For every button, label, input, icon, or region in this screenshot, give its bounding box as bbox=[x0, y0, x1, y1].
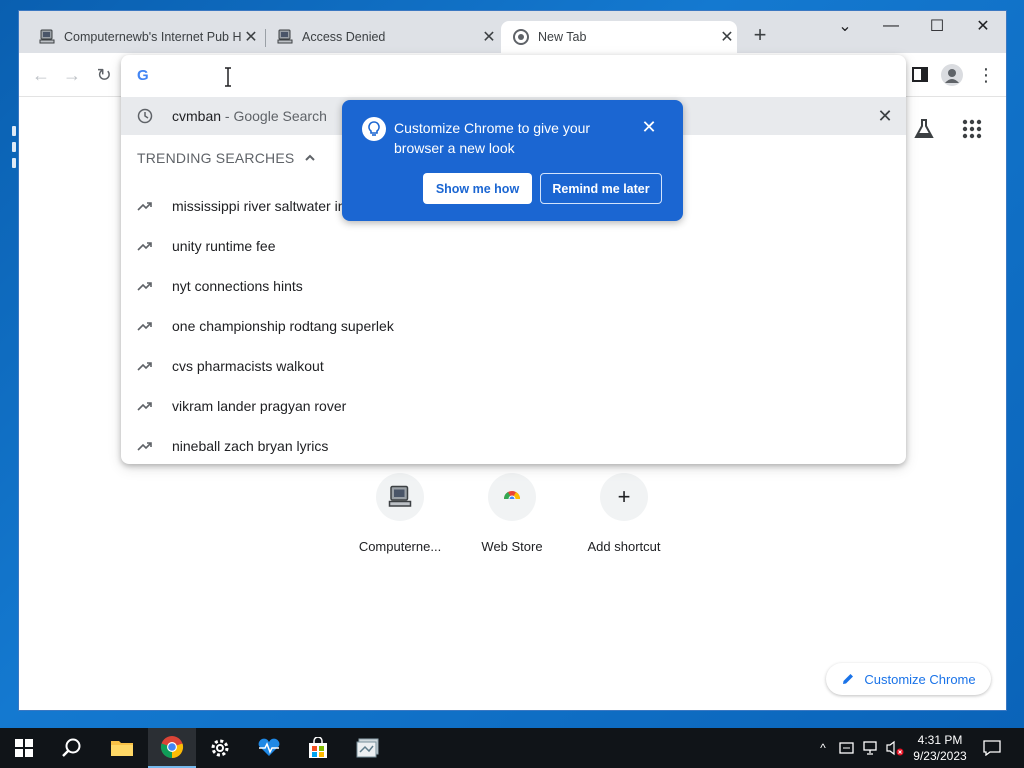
suggestion-text: mississippi river saltwater in bbox=[172, 198, 346, 214]
tray-chevron-icon[interactable]: ^ bbox=[814, 739, 832, 757]
tab-label: New Tab bbox=[538, 30, 587, 44]
shortcut-label: Computerne... bbox=[358, 539, 442, 554]
trending-searches-header[interactable]: TRENDING SEARCHES bbox=[137, 150, 316, 166]
tab-new-tab[interactable]: New Tab ✕ bbox=[501, 21, 737, 53]
settings-gear-icon[interactable] bbox=[196, 728, 244, 768]
taskbar-time[interactable]: 4:31 PM bbox=[905, 733, 975, 747]
customize-chrome-promo: Customize Chrome to give your browser a … bbox=[342, 100, 683, 221]
trending-arrow-icon bbox=[137, 242, 152, 251]
remind-me-later-button[interactable]: Remind me later bbox=[540, 173, 662, 204]
labs-flask-icon[interactable] bbox=[912, 117, 936, 141]
shortcut-add[interactable]: + Add shortcut bbox=[574, 473, 674, 554]
trending-arrow-icon bbox=[137, 202, 152, 211]
trending-header-label: TRENDING SEARCHES bbox=[137, 150, 295, 166]
trending-arrow-icon bbox=[137, 322, 152, 331]
trending-suggestion[interactable]: nineball zach bryan lyrics bbox=[121, 426, 906, 466]
history-clock-icon bbox=[137, 108, 153, 124]
trending-arrow-icon bbox=[137, 282, 152, 291]
customize-chrome-button[interactable]: Customize Chrome bbox=[826, 663, 991, 695]
notifications-icon[interactable] bbox=[982, 739, 1002, 757]
customize-chrome-label: Customize Chrome bbox=[864, 671, 976, 687]
recent-query: cvmban bbox=[172, 108, 222, 124]
tray-app-icon[interactable] bbox=[838, 739, 856, 757]
suggestion-text: nineball zach bryan lyrics bbox=[172, 438, 329, 454]
menu-icon[interactable]: ⋮ bbox=[977, 64, 995, 86]
maximize-icon[interactable]: ☐ bbox=[914, 11, 960, 41]
close-tab-icon[interactable]: ✕ bbox=[717, 27, 737, 47]
computer-icon bbox=[277, 29, 293, 45]
trending-suggestion[interactable]: vikram lander pragyan rover bbox=[121, 386, 906, 426]
trending-arrow-icon bbox=[137, 362, 152, 371]
apps-grid-icon[interactable] bbox=[960, 117, 984, 141]
minimize-icon[interactable]: — bbox=[868, 11, 914, 41]
text-cursor bbox=[224, 67, 231, 87]
desktop-icons-edge bbox=[0, 120, 18, 180]
remove-suggestion-icon[interactable]: ✕ bbox=[876, 107, 894, 125]
store-icon[interactable] bbox=[294, 728, 342, 768]
shortcut-computernewb[interactable]: Computerne... bbox=[350, 473, 450, 554]
show-me-how-button[interactable]: Show me how bbox=[423, 173, 532, 204]
suggestion-text: vikram lander pragyan rover bbox=[172, 398, 347, 414]
promo-message: Customize Chrome to give your browser a … bbox=[394, 120, 591, 156]
trending-suggestion[interactable]: cvs pharmacists walkout bbox=[121, 346, 906, 386]
google-g-icon: G bbox=[137, 67, 149, 84]
shortcut-label: Web Store bbox=[481, 539, 543, 554]
close-icon[interactable]: ✕ bbox=[640, 118, 658, 136]
trending-suggestion[interactable]: nyt connections hints bbox=[121, 266, 906, 306]
trending-suggestion[interactable]: unity runtime fee bbox=[121, 226, 906, 266]
close-tab-icon[interactable]: ✕ bbox=[241, 27, 261, 47]
lightbulb-icon bbox=[362, 117, 386, 141]
tab-strip: Computernewb's Internet Pub Hub ✕ Access… bbox=[19, 11, 1006, 53]
recent-suffix: - Google Search bbox=[224, 108, 327, 124]
chrome-taskbar-icon[interactable] bbox=[148, 728, 196, 768]
volume-muted-icon[interactable] bbox=[886, 739, 904, 757]
close-window-icon[interactable]: ✕ bbox=[960, 11, 1006, 41]
tab-label: Computernewb's Internet Pub Hub bbox=[64, 30, 241, 44]
suggestion-text: one championship rodtang superlek bbox=[172, 318, 394, 334]
side-panel-icon[interactable] bbox=[912, 67, 930, 83]
suggestion-text: unity runtime fee bbox=[172, 238, 276, 254]
recent-search-text: cvmban - Google Search bbox=[172, 108, 327, 124]
reload-icon[interactable]: ↻ bbox=[92, 63, 116, 87]
trending-suggestion[interactable]: one championship rodtang superlek bbox=[121, 306, 906, 346]
suggestion-text: nyt connections hints bbox=[172, 278, 303, 294]
pencil-icon bbox=[843, 674, 854, 684]
suggestion-text: cvs pharmacists walkout bbox=[172, 358, 324, 374]
shortcut-label: Add shortcut bbox=[587, 539, 661, 554]
search-icon[interactable] bbox=[48, 728, 96, 768]
omnibox-input[interactable]: G bbox=[121, 55, 906, 97]
plus-icon: + bbox=[600, 473, 648, 521]
tab-access-denied[interactable]: Access Denied ✕ bbox=[269, 21, 499, 53]
start-button-icon[interactable] bbox=[0, 728, 48, 768]
tab-separator bbox=[265, 29, 266, 47]
chevron-up-icon bbox=[305, 154, 316, 161]
new-tab-button[interactable]: + bbox=[749, 24, 771, 47]
web-store-icon bbox=[488, 473, 536, 521]
tab-computernewb[interactable]: Computernewb's Internet Pub Hub ✕ bbox=[31, 21, 261, 53]
file-explorer-icon[interactable] bbox=[98, 728, 146, 768]
app-window-icon[interactable] bbox=[344, 728, 392, 768]
network-icon[interactable] bbox=[862, 739, 880, 757]
forward-icon[interactable]: → bbox=[60, 63, 84, 87]
trending-arrow-icon bbox=[137, 442, 152, 451]
profile-avatar-icon[interactable] bbox=[941, 64, 963, 86]
tab-search-icon[interactable]: ⌄ bbox=[822, 11, 868, 41]
windows-taskbar: ^ 4:31 PM 9/23/2023 bbox=[0, 728, 1024, 768]
shortcut-web-store[interactable]: Web Store bbox=[462, 473, 562, 554]
computer-icon bbox=[39, 29, 55, 45]
taskbar-date[interactable]: 9/23/2023 bbox=[905, 749, 975, 763]
tab-label: Access Denied bbox=[302, 30, 386, 44]
chrome-icon bbox=[513, 29, 529, 45]
health-app-icon[interactable] bbox=[245, 728, 293, 768]
trending-arrow-icon bbox=[137, 402, 152, 411]
computer-icon bbox=[376, 473, 424, 521]
close-tab-icon[interactable]: ✕ bbox=[479, 27, 499, 47]
back-icon[interactable]: ← bbox=[29, 63, 53, 87]
